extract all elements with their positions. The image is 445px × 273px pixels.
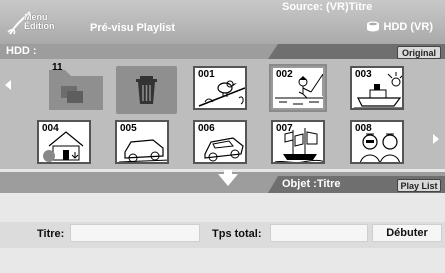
thumbnail-001[interactable]: 001	[193, 66, 247, 110]
playlist-button[interactable]: Play List	[397, 179, 441, 192]
hdd-indicator: HDD (VR)	[366, 21, 434, 33]
logo-line2: Édition	[24, 21, 55, 31]
logo-text: Menu Édition	[24, 13, 55, 31]
thumbnail-number: 002	[276, 69, 293, 80]
thumbnail-number: 008	[355, 123, 372, 134]
page-title: Pré-visu Playlist	[90, 22, 175, 34]
hdd-label: HDD (VR)	[383, 21, 434, 33]
folder-number: 11	[52, 62, 63, 73]
thumbnail-008[interactable]: 008	[350, 120, 404, 164]
source-band: HDD :	[0, 44, 445, 59]
scroll-right-arrow-icon[interactable]	[433, 134, 439, 144]
object-label: Objet :Titre	[282, 178, 341, 190]
thumbnail-number: 003	[355, 69, 372, 80]
thumbnail-number: 006	[198, 123, 215, 134]
original-button[interactable]: Original	[397, 46, 441, 59]
thumbnail-005[interactable]: 005	[115, 120, 169, 164]
hdd-section-label: HDD :	[6, 45, 37, 57]
hdd-icon	[366, 21, 379, 32]
header-bar: Menu Édition Pré-visu Playlist HDD (VR)	[0, 0, 445, 44]
trash-tile[interactable]	[116, 66, 177, 114]
thumbnail-number: 007	[276, 123, 293, 134]
tps-total-label: Tps total:	[212, 228, 262, 240]
thumbnail-004[interactable]: 004	[37, 120, 91, 164]
thumbnail-number: 004	[42, 123, 59, 134]
thumbnail-003[interactable]: 003	[350, 66, 404, 110]
titre-field	[70, 224, 200, 242]
playlist-preview-screen: Menu Édition Pré-visu Playlist HDD (VR) …	[0, 0, 445, 273]
down-arrow-icon	[218, 174, 238, 186]
thumbnail-006[interactable]: 006	[193, 120, 247, 164]
thumbnail-007[interactable]: 007	[271, 120, 325, 164]
thumbnail-number: 005	[120, 123, 137, 134]
trash-icon	[136, 76, 157, 104]
debuter-button[interactable]: Débuter	[372, 224, 442, 242]
source-label: Source: (VR)Titre	[282, 1, 373, 13]
scroll-left-arrow-icon[interactable]	[5, 80, 11, 90]
titre-label: Titre:	[37, 228, 65, 240]
tps-total-field	[270, 224, 368, 242]
thumbnail-number: 001	[198, 69, 215, 80]
thumbnail-002[interactable]: 002	[269, 64, 327, 112]
